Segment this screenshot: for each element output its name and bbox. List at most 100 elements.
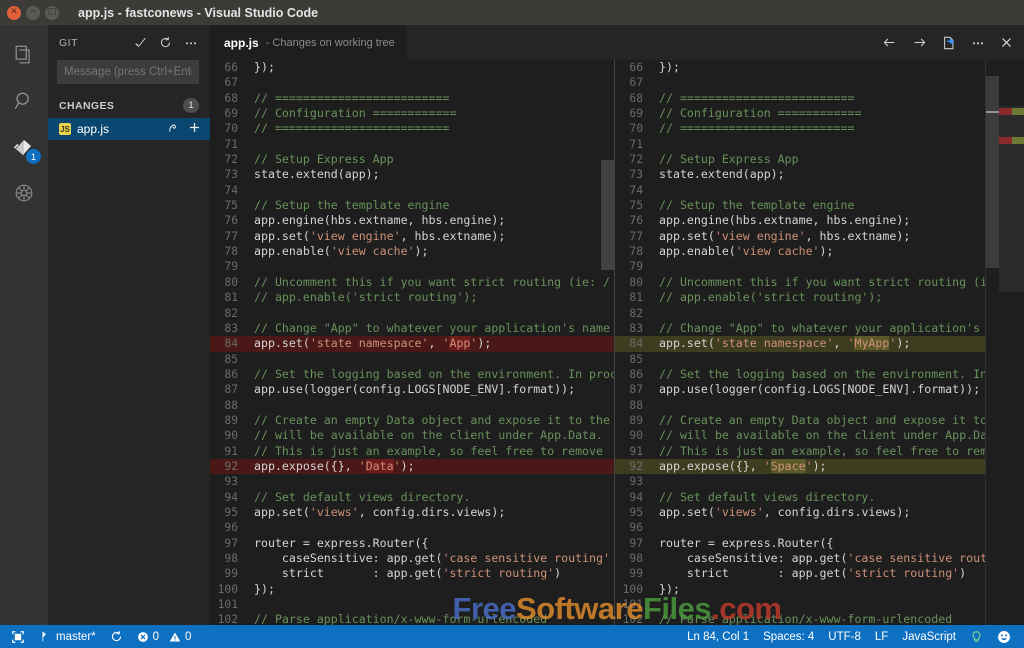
line-number: 93 xyxy=(210,474,247,489)
code-token: 'view cache' xyxy=(331,244,415,258)
close-icon[interactable]: ✕ xyxy=(7,6,21,20)
code-line: 86// Set the logging based on the enviro… xyxy=(210,367,614,382)
status-problems[interactable]: 0 0 xyxy=(130,625,199,648)
changes-count-badge: 1 xyxy=(183,98,199,113)
line-number: 90 xyxy=(615,428,652,443)
line-number: 87 xyxy=(615,382,652,397)
check-icon[interactable] xyxy=(134,36,147,49)
code-token: // Uncomment this if you want strict rou… xyxy=(659,275,1022,289)
line-number: 80 xyxy=(210,275,247,290)
line-number: 75 xyxy=(615,198,652,213)
code-token: // will be available on the client under… xyxy=(659,428,1008,442)
line-content: // Parse application/x-www-form-urlencod… xyxy=(652,612,1024,625)
line-content: // Create an empty Data object and expos… xyxy=(247,413,614,428)
code-line: 74 xyxy=(615,183,1024,198)
status-remote[interactable] xyxy=(4,625,32,648)
ruler-thumb[interactable] xyxy=(986,76,999,268)
maximize-icon[interactable]: □ xyxy=(45,6,59,20)
activity-item-source-control[interactable]: 1 xyxy=(0,125,48,171)
code-token: , config.dirs.views); xyxy=(359,505,506,519)
status-eol[interactable]: LF xyxy=(868,625,895,648)
status-cursor-position[interactable]: Ln 84, Col 1 xyxy=(680,625,756,648)
code-line: 102// Parse application/x-www-form-urlen… xyxy=(615,612,1024,625)
ellipsis-icon[interactable] xyxy=(184,36,198,49)
code-line: 75// Setup the template engine xyxy=(615,198,1024,213)
line-number: 100 xyxy=(210,582,247,597)
diff-pane-original[interactable]: 66});6768// =========================69/… xyxy=(210,60,615,625)
line-number: 72 xyxy=(615,152,652,167)
activity-item-debug[interactable] xyxy=(0,171,48,217)
code-token: app.expose({}, xyxy=(254,459,359,473)
status-tips[interactable] xyxy=(963,625,990,648)
line-content: // will be available on the client under… xyxy=(247,428,614,443)
status-indentation[interactable]: Spaces: 4 xyxy=(756,625,821,648)
code-line: 81// app.enable('strict routing'); xyxy=(210,290,614,305)
line-content xyxy=(652,352,1024,367)
sync-icon xyxy=(110,630,123,643)
line-number: 77 xyxy=(615,229,652,244)
code-token: strict : app.get( xyxy=(659,566,847,580)
tab-description: - Changes on working tree xyxy=(266,37,395,49)
line-number: 75 xyxy=(210,198,247,213)
scrollbar-original[interactable] xyxy=(601,60,614,625)
arrow-left-icon[interactable] xyxy=(882,36,897,49)
code-token: // ========================= xyxy=(254,91,449,105)
ellipsis-icon[interactable] xyxy=(971,36,985,49)
activity-item-explorer[interactable] xyxy=(0,33,48,79)
activity-bar: 1 xyxy=(0,25,48,625)
line-number: 92 xyxy=(615,459,652,474)
refresh-icon[interactable] xyxy=(159,36,172,49)
line-content xyxy=(652,137,1024,152)
line-number: 96 xyxy=(210,520,247,535)
scrollbar-thumb[interactable] xyxy=(601,160,614,270)
sidebar-header: GIT xyxy=(48,25,210,60)
status-language-mode[interactable]: JavaScript xyxy=(895,625,963,648)
status-encoding[interactable]: UTF-8 xyxy=(821,625,868,648)
line-number: 79 xyxy=(210,259,247,274)
code-line: 94// Set default views directory. xyxy=(615,490,1024,505)
line-number: 80 xyxy=(615,275,652,290)
main-area: 1 GIT xyxy=(0,25,1024,625)
error-icon xyxy=(137,631,149,643)
activity-item-search[interactable] xyxy=(0,79,48,125)
code-line: 80// Uncomment this if you want strict r… xyxy=(210,275,614,290)
diff-editor: 66});6768// =========================69/… xyxy=(210,60,1024,625)
minimize-icon[interactable]: − xyxy=(26,6,40,20)
code-token: , hbs.extname); xyxy=(401,229,506,243)
code-line: 89// Create an empty Data object and exp… xyxy=(210,413,614,428)
change-row-actions xyxy=(166,121,201,137)
line-content: caseSensitive: app.get('case sensitive r… xyxy=(247,551,614,566)
line-content: // Uncomment this if you want strict rou… xyxy=(652,275,1024,290)
plus-icon[interactable] xyxy=(188,121,201,137)
line-content xyxy=(247,597,614,612)
change-file-name: app.js xyxy=(77,122,166,136)
line-number: 78 xyxy=(615,244,652,259)
undo-icon[interactable] xyxy=(166,121,179,137)
commit-message-input[interactable] xyxy=(57,60,199,84)
code-token: app.engine(hbs.extname, hbs.engine); xyxy=(254,213,505,227)
code-line: 90// will be available on the client und… xyxy=(210,428,614,443)
open-file-icon[interactable] xyxy=(942,36,956,50)
list-item[interactable]: JS app.js xyxy=(48,118,210,140)
status-sync[interactable] xyxy=(103,625,130,648)
line-number: 95 xyxy=(210,505,247,520)
code-token: caseSensitive: app.get( xyxy=(254,551,442,565)
code-token: 'views' xyxy=(715,505,764,519)
overview-ruler[interactable] xyxy=(985,60,1024,625)
line-content xyxy=(247,137,614,152)
close-icon[interactable] xyxy=(1000,36,1013,49)
line-content: // ========================= xyxy=(652,91,1024,106)
code-line: 84app.set('state namespace', 'MyApp'); xyxy=(615,336,1024,351)
code-token: ' xyxy=(764,459,771,473)
line-content: // app.enable('strict routing'); xyxy=(247,290,614,305)
line-number: 101 xyxy=(615,597,652,612)
arrow-right-icon[interactable] xyxy=(912,36,927,49)
code-token: ); xyxy=(477,336,491,350)
status-feedback[interactable] xyxy=(990,625,1018,648)
line-content: strict : app.get('strict routing') xyxy=(247,566,614,581)
tab-app-js[interactable]: app.js - Changes on working tree xyxy=(210,25,407,60)
status-branch[interactable]: master* xyxy=(32,625,103,648)
diff-pane-modified[interactable]: 66});6768// =========================69/… xyxy=(615,60,1024,625)
line-content: app.engine(hbs.extname, hbs.engine); xyxy=(247,213,614,228)
line-content xyxy=(247,398,614,413)
